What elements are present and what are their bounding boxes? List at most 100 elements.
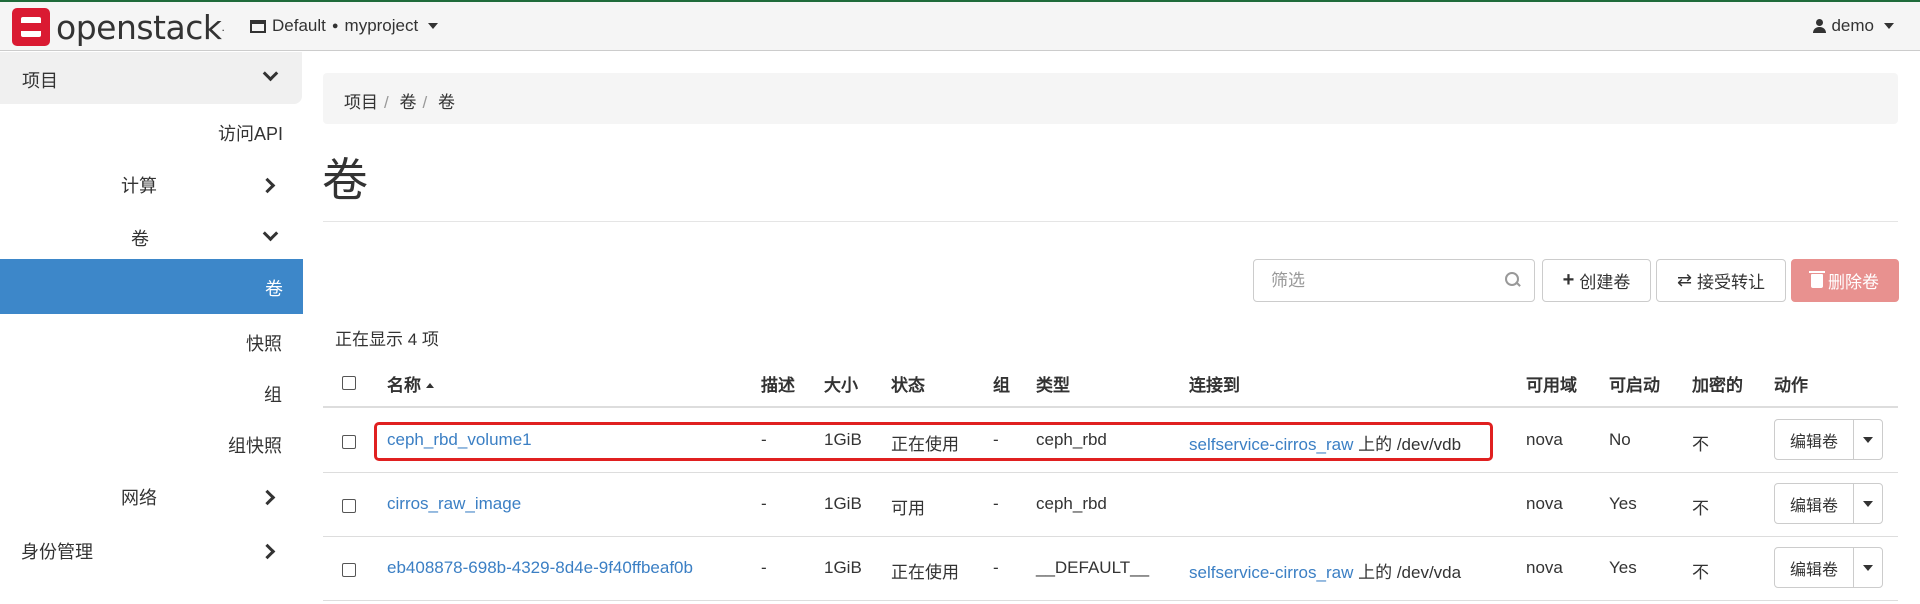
- filter-box: [1253, 259, 1535, 302]
- create-volume-button[interactable]: + 创建卷: [1542, 259, 1651, 302]
- breadcrumb: 项目 / 卷 / 卷: [323, 73, 1898, 124]
- sidebar-item-label: 组: [264, 385, 282, 405]
- instance-link[interactable]: selfservice-cirros_raw: [1189, 563, 1353, 582]
- project-selector[interactable]: Default ● myproject: [250, 16, 439, 36]
- sidebar-item-label: 卷: [131, 229, 149, 249]
- openstack-logo[interactable]: openstack.: [12, 7, 225, 47]
- column-header-encrypted[interactable]: 加密的: [1692, 371, 1743, 396]
- sidebar-item-access-api[interactable]: 访问API: [218, 120, 283, 146]
- logo-text: openstack: [56, 7, 222, 47]
- volume-description: -: [761, 494, 767, 513]
- sidebar-item-identity[interactable]: 身份管理: [0, 538, 303, 568]
- user-menu[interactable]: demo: [1813, 16, 1894, 36]
- row-actions-dropdown[interactable]: [1853, 483, 1883, 524]
- divider: [323, 221, 1898, 222]
- delete-volume-label: 删除卷: [1828, 273, 1879, 292]
- volume-bootable: Yes: [1609, 558, 1637, 577]
- column-header-bootable[interactable]: 可启动: [1609, 371, 1660, 396]
- volume-type: __DEFAULT__: [1036, 558, 1150, 577]
- sidebar-item-label: 网络: [121, 488, 157, 508]
- row-actions-dropdown[interactable]: [1853, 419, 1883, 460]
- chevron-right-icon: [259, 543, 276, 560]
- sidebar-item-groups[interactable]: 组: [264, 381, 282, 407]
- domain-name: Default: [272, 16, 326, 35]
- volume-name-link[interactable]: cirros_raw_image: [387, 494, 521, 514]
- chevron-down-icon: [262, 65, 279, 82]
- bullet-icon: ●: [331, 20, 339, 32]
- user-name: demo: [1831, 16, 1874, 35]
- delete-volume-button[interactable]: 删除卷: [1791, 259, 1899, 302]
- sort-asc-icon: [426, 383, 434, 388]
- filter-input[interactable]: [1254, 260, 1484, 301]
- chevron-down-icon: [1884, 23, 1894, 29]
- sidebar-item-label: 卷: [265, 279, 283, 299]
- plus-icon: +: [1562, 269, 1575, 291]
- sidebar-item-volumes-group[interactable]: 卷: [0, 225, 303, 255]
- column-header-attached-to[interactable]: 连接到: [1189, 371, 1240, 396]
- sidebar-item-network[interactable]: 网络: [0, 484, 303, 514]
- sidebar-item-snapshots[interactable]: 快照: [246, 330, 282, 356]
- breadcrumb-item[interactable]: 项目: [344, 93, 378, 112]
- breadcrumb-item[interactable]: 卷: [399, 93, 416, 112]
- volume-bootable: No: [1609, 430, 1631, 449]
- edit-volume-button[interactable]: 编辑卷: [1774, 547, 1854, 588]
- volume-encrypted: 不: [1692, 435, 1709, 454]
- column-header-availability-zone[interactable]: 可用域: [1526, 371, 1577, 396]
- row-checkbox[interactable]: [342, 499, 356, 513]
- row-actions-dropdown[interactable]: [1853, 547, 1883, 588]
- sidebar-item-volumes[interactable]: 卷: [0, 259, 303, 314]
- accept-transfer-label: 接受转让: [1697, 273, 1766, 292]
- sidebar-item-label: 计算: [121, 176, 157, 196]
- volume-encrypted: 不: [1692, 499, 1709, 518]
- sidebar-item-label: 快照: [246, 334, 282, 354]
- volume-zone: nova: [1526, 558, 1563, 577]
- column-header-group[interactable]: 组: [993, 371, 1010, 396]
- column-header-name[interactable]: 名称: [387, 371, 434, 396]
- column-header-description[interactable]: 描述: [761, 371, 795, 396]
- highlight-annotation-box: [374, 422, 1493, 461]
- exchange-icon: ⇄: [1676, 270, 1693, 290]
- volume-status: 正在使用: [891, 563, 959, 582]
- volume-name-link[interactable]: eb408878-698b-4329-8d4e-9f40ffbeaf0b: [387, 558, 693, 578]
- create-volume-label: 创建卷: [1579, 273, 1631, 292]
- accept-transfer-button[interactable]: ⇄ 接受转让: [1656, 259, 1786, 302]
- sidebar: 项目 访问API 计算 卷 卷 快照 组 组快照 网络 身份管理: [0, 52, 303, 604]
- page-title: 卷: [322, 154, 368, 206]
- edit-volume-button[interactable]: 编辑卷: [1774, 419, 1854, 460]
- search-icon[interactable]: [1505, 272, 1520, 287]
- column-header-status[interactable]: 状态: [891, 371, 925, 396]
- sidebar-item-label: 项目: [22, 71, 58, 91]
- select-all-checkbox[interactable]: [342, 376, 356, 390]
- volume-attachment: selfservice-cirros_raw 上的 /dev/vda: [1189, 563, 1462, 582]
- trash-icon: [1809, 270, 1825, 288]
- row-checkbox[interactable]: [342, 435, 356, 449]
- sidebar-item-label: 身份管理: [21, 542, 93, 562]
- chevron-right-icon: [259, 177, 276, 194]
- volume-encrypted: 不: [1692, 563, 1709, 582]
- chevron-down-icon: [1863, 500, 1873, 507]
- sidebar-item-group-snapshots[interactable]: 组快照: [228, 432, 282, 458]
- sidebar-item-label: 访问API: [218, 124, 284, 144]
- sidebar-item-label: 组快照: [228, 436, 282, 456]
- column-header-size[interactable]: 大小: [824, 371, 858, 396]
- row-checkbox[interactable]: [342, 563, 356, 577]
- volume-bootable: Yes: [1609, 494, 1637, 513]
- chevron-right-icon: [259, 489, 276, 506]
- top-navbar: openstack. Default ● myproject demo: [0, 0, 1920, 51]
- volume-zone: nova: [1526, 430, 1563, 449]
- items-count: 正在显示 4 项: [335, 330, 439, 349]
- column-header-type[interactable]: 类型: [1036, 371, 1070, 396]
- edit-volume-button[interactable]: 编辑卷: [1774, 483, 1854, 524]
- sidebar-item-project[interactable]: 项目: [0, 52, 302, 104]
- volume-size: 1GiB: [824, 558, 862, 577]
- volume-size: 1GiB: [824, 494, 862, 513]
- sidebar-item-compute[interactable]: 计算: [0, 172, 303, 202]
- breadcrumb-separator: /: [422, 93, 428, 112]
- chevron-down-icon: [428, 23, 439, 29]
- volume-group: -: [993, 558, 999, 577]
- chevron-down-icon: [262, 225, 279, 242]
- user-icon: [1813, 19, 1827, 33]
- volume-type: ceph_rbd: [1036, 494, 1107, 513]
- chevron-down-icon: [1863, 564, 1873, 571]
- breadcrumb-item: 卷: [437, 93, 455, 112]
